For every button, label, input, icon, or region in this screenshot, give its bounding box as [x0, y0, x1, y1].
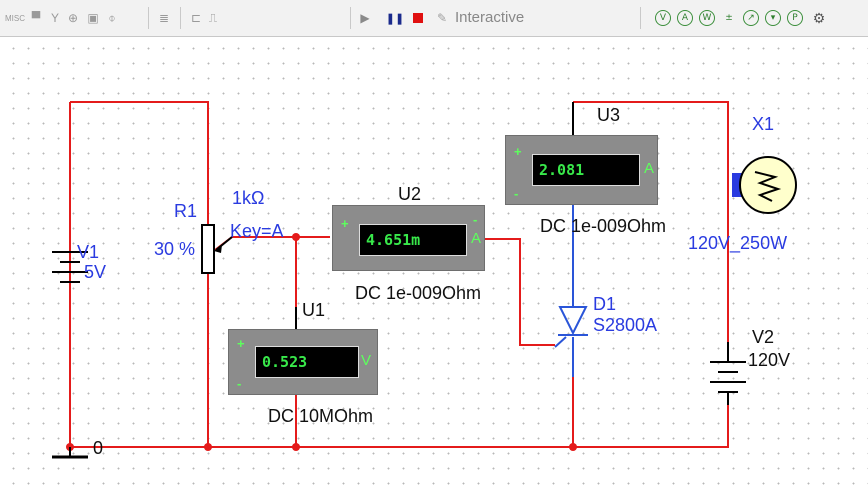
multimeter-u1[interactable]: + - 0.523 V: [228, 329, 378, 395]
schematic-canvas[interactable]: + - 0.523 V + - 4.651m A + - 2.081 A V1 …: [0, 37, 868, 497]
v1-value-label: 5V: [84, 262, 107, 282]
probe-voltage-icon[interactable]: V: [655, 10, 671, 26]
r1-resistance-label: 1kΩ: [232, 188, 265, 208]
misc-label: MISC: [5, 13, 25, 23]
d1-model-label: S2800A: [593, 315, 658, 335]
probe-icon-extra[interactable]: P: [787, 10, 803, 26]
plus-terminal-icon: +: [341, 216, 349, 231]
lamp-x1-symbol[interactable]: [732, 156, 797, 214]
probe-diff-icon[interactable]: ±: [721, 10, 737, 26]
u1-unit: V: [361, 352, 372, 369]
d1-ref-label: D1: [593, 294, 617, 314]
u3-unit: A: [644, 160, 655, 177]
u2-reading: 4.651m: [359, 224, 467, 256]
ladder-icon[interactable]: ≣: [156, 8, 172, 28]
plus-terminal-icon: +: [237, 336, 245, 351]
component-icon[interactable]: ▀: [28, 8, 44, 28]
junction-dot: [292, 443, 300, 451]
stop-icon[interactable]: [411, 8, 425, 28]
u2-unit: A: [471, 230, 482, 247]
probe-icon[interactable]: ⊕: [65, 8, 81, 28]
potentiometer-r1-symbol[interactable]: [201, 224, 233, 274]
v1-ref-label: V1: [77, 242, 100, 262]
junction-dot: [292, 233, 300, 241]
settings-gear-icon[interactable]: ⚙: [811, 8, 827, 28]
misc-icon[interactable]: MISC: [4, 8, 26, 28]
r1-key-label: Key=A: [230, 221, 284, 241]
v2-ref-label: V2: [752, 327, 775, 347]
probe-ref-icon[interactable]: ↗: [743, 10, 759, 26]
wire-u2-to-d1: [485, 238, 555, 346]
multimeter-u2[interactable]: + - 4.651m A: [332, 205, 485, 271]
simulation-toolbar: MISC ▀ Y ⊕ ▣ ⌽ ≣ ⊏ ⎍ ▶ ❚❚ ✎ Interactive …: [0, 0, 868, 37]
r1-ref-label: R1: [174, 201, 198, 221]
connector-icon[interactable]: ⌽: [104, 8, 120, 28]
probe-current-icon[interactable]: A: [677, 10, 693, 26]
u1-mode-label: DC 10MOhm: [268, 406, 374, 426]
junction-dot: [204, 443, 212, 451]
ground-symbol: [52, 447, 88, 459]
ttl-icon[interactable]: ▣: [84, 8, 102, 28]
wire-bottom-rail: [70, 402, 729, 448]
toolbar-separator: [148, 7, 149, 29]
battery-v2-symbol[interactable]: [710, 361, 746, 405]
u1-ref-label: U1: [302, 300, 326, 320]
toolbar-separator: [640, 7, 641, 29]
probe-digital-icon[interactable]: ▾: [765, 10, 781, 26]
pause-icon[interactable]: ❚❚: [386, 8, 404, 28]
x1-ref-label: X1: [752, 114, 775, 134]
play-icon[interactable]: ▶: [358, 8, 372, 28]
u2-mode-label: DC 1e-009Ohm: [355, 283, 482, 303]
u1-reading: 0.523: [255, 346, 359, 378]
interactive-wrench-icon[interactable]: ✎: [434, 8, 450, 28]
toolbar-separator: [180, 7, 181, 29]
u3-ref-label: U3: [597, 105, 621, 125]
thyristor-d1-symbol[interactable]: [554, 306, 588, 348]
plus-terminal-icon: +: [514, 144, 522, 159]
u2-ref-label: U2: [398, 184, 422, 204]
interactive-mode-label[interactable]: Interactive: [455, 9, 524, 26]
u3-mode-label: DC 1e-009Ohm: [540, 216, 667, 236]
antenna-icon[interactable]: Y: [47, 8, 63, 28]
step-icon[interactable]: ⎍: [205, 8, 221, 28]
probe-power-icon[interactable]: W: [699, 10, 715, 26]
v2-value-label: 120V: [748, 350, 791, 370]
toolbar-separator: [350, 7, 351, 29]
multimeter-u3[interactable]: + - 2.081 A: [505, 135, 658, 205]
minus-terminal-icon: -: [514, 186, 519, 201]
bus-icon[interactable]: ⊏: [188, 8, 204, 28]
minus-terminal-icon: -: [237, 376, 242, 391]
u3-reading: 2.081: [532, 154, 640, 186]
minus-terminal-icon: -: [473, 212, 478, 227]
x1-rating-label: 120V_250W: [688, 233, 788, 253]
ground-label: 0: [93, 438, 104, 458]
junction-dot: [569, 443, 577, 451]
r1-percent-label: 30 %: [154, 239, 196, 259]
